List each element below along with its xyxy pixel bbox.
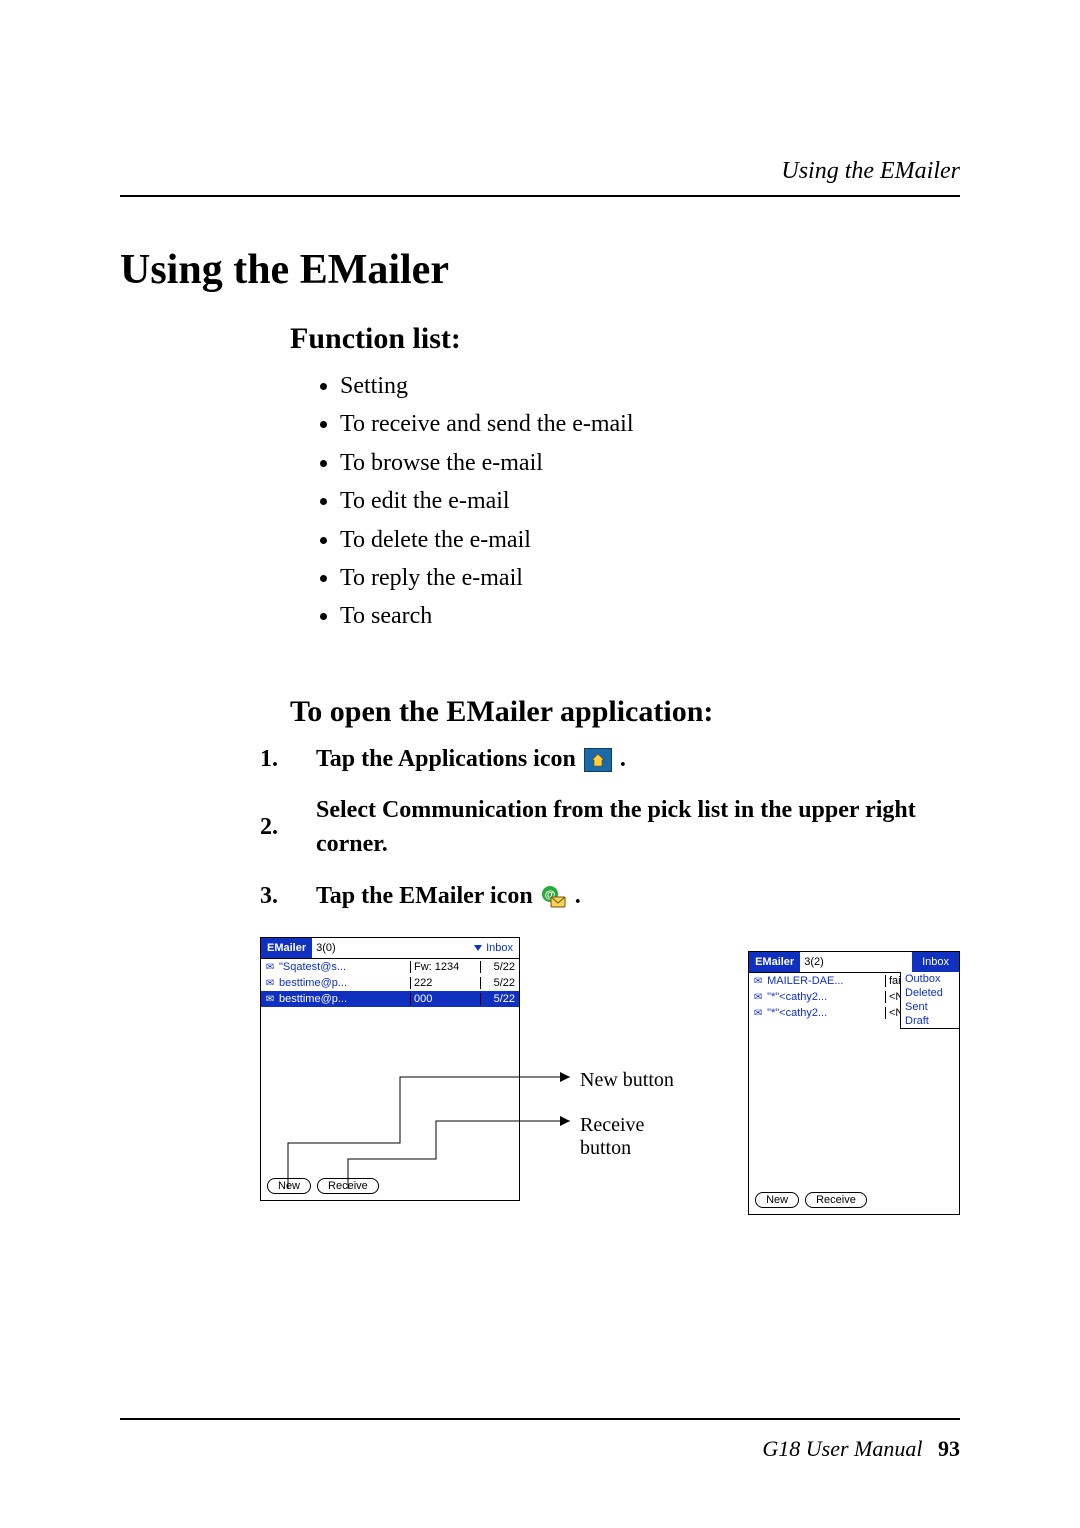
table-row[interactable]: ✉ "Sqatest@s... Fw: 1234 5/22 <box>261 959 519 975</box>
list-item: To reply the e-mail <box>340 562 960 594</box>
header-rule <box>120 195 960 197</box>
envelope-open-icon: ✉ <box>261 994 279 1005</box>
steps-list: 1. Tap the Applications icon . 2. Select… <box>260 743 960 913</box>
date-cell: 5/22 <box>480 961 519 973</box>
inbox-count: 3(2) <box>800 956 828 968</box>
home-icon <box>584 748 612 772</box>
from-cell: MAILER-DAE... <box>767 975 885 987</box>
new-button[interactable]: New <box>755 1192 799 1208</box>
date-cell: 5/22 <box>480 977 519 989</box>
footer: G18 User Manual 93 <box>762 1436 960 1462</box>
folder-dropdown[interactable]: Outbox Deleted Sent Draft <box>900 972 959 1029</box>
page-number: 93 <box>938 1436 960 1461</box>
email-icon: @ <box>541 886 567 908</box>
from-cell: besttime@p... <box>279 977 410 989</box>
callout-receive-button: Receive button <box>580 1114 678 1160</box>
callout-labels: New button Receive button <box>580 1069 678 1182</box>
list-item: Setting <box>340 370 960 402</box>
envelope-closed-icon: ✉ <box>749 992 767 1003</box>
footer-rule <box>120 1418 960 1420</box>
step-number: 2. <box>260 811 288 845</box>
list-item: To browse the e-mail <box>340 447 960 479</box>
folder-picker-open[interactable]: Inbox <box>912 952 959 972</box>
envelope-open-icon: ✉ <box>749 976 767 987</box>
step-text: Select Communication from the pick list … <box>316 794 960 861</box>
list-item: To delete the e-mail <box>340 524 960 556</box>
message-list: ✉ "Sqatest@s... Fw: 1234 5/22 ✉ besttime… <box>261 958 519 1007</box>
table-row[interactable]: ✉ besttime@p... 222 5/22 <box>261 975 519 991</box>
dropdown-item[interactable]: Deleted <box>901 986 959 1000</box>
step-number: 1. <box>260 743 288 777</box>
step-text: Tap the EMailer icon <box>316 883 533 909</box>
from-cell: "Sqatest@s... <box>279 961 410 973</box>
from-cell: besttime@p... <box>279 993 410 1005</box>
step-1: 1. Tap the Applications icon . <box>260 743 960 777</box>
step-number: 3. <box>260 880 288 914</box>
step-2: 2. Select Communication from the pick li… <box>260 794 960 861</box>
dropdown-item[interactable]: Draft <box>901 1014 959 1028</box>
list-item: To edit the e-mail <box>340 485 960 517</box>
from-cell: "*"<cathy2... <box>767 991 885 1003</box>
section-open-emailer: To open the EMailer application: <box>290 695 960 729</box>
callout-new-button: New button <box>580 1069 674 1092</box>
table-row-selected[interactable]: ✉ besttime@p... 000 5/22 <box>261 991 519 1007</box>
app-name-badge: EMailer <box>749 952 800 972</box>
folder-picker[interactable]: Inbox <box>474 942 519 954</box>
function-list: Setting To receive and send the e-mail T… <box>340 370 960 633</box>
section-function-list: Function list: <box>290 322 960 356</box>
folder-picker-label: Inbox <box>922 956 949 968</box>
new-button[interactable]: New <box>267 1178 311 1194</box>
step-text-post: . <box>620 746 626 772</box>
receive-button[interactable]: Receive <box>805 1192 867 1208</box>
step-text: Tap the Applications icon <box>316 746 576 772</box>
app-name-badge: EMailer <box>261 938 312 958</box>
inbox-count: 3(0) <box>312 942 340 954</box>
list-item: To search <box>340 600 960 632</box>
screenshot-inbox-closed: EMailer 3(0) Inbox ✉ "Sqatest@s... Fw: 1… <box>260 937 520 1201</box>
subject-cell: 000 <box>410 993 480 1005</box>
from-cell: "*"<cathy2... <box>767 1007 885 1019</box>
manual-name: G18 User Manual <box>762 1436 922 1461</box>
envelope-closed-icon: ✉ <box>749 1008 767 1019</box>
chevron-down-icon <box>474 945 482 951</box>
list-item: To receive and send the e-mail <box>340 408 960 440</box>
subject-cell: 222 <box>410 977 480 989</box>
page-title: Using the EMailer <box>120 246 960 294</box>
folder-picker-label: Inbox <box>486 942 513 954</box>
screenshot-inbox-dropdown: EMailer 3(2) Inbox Outbox Deleted Sent D… <box>748 951 960 1215</box>
subject-cell: Fw: 1234 <box>410 961 480 973</box>
dropdown-item[interactable]: Sent <box>901 1000 959 1014</box>
receive-button[interactable]: Receive <box>317 1178 379 1194</box>
date-cell: 5/22 <box>480 993 519 1005</box>
step-text-post: . <box>575 883 581 909</box>
running-header: Using the EMailer <box>781 158 960 185</box>
dropdown-item[interactable]: Outbox <box>901 972 959 986</box>
envelope-open-icon: ✉ <box>261 962 279 973</box>
envelope-open-icon: ✉ <box>261 978 279 989</box>
step-3: 3. Tap the EMailer icon @ . <box>260 880 960 914</box>
